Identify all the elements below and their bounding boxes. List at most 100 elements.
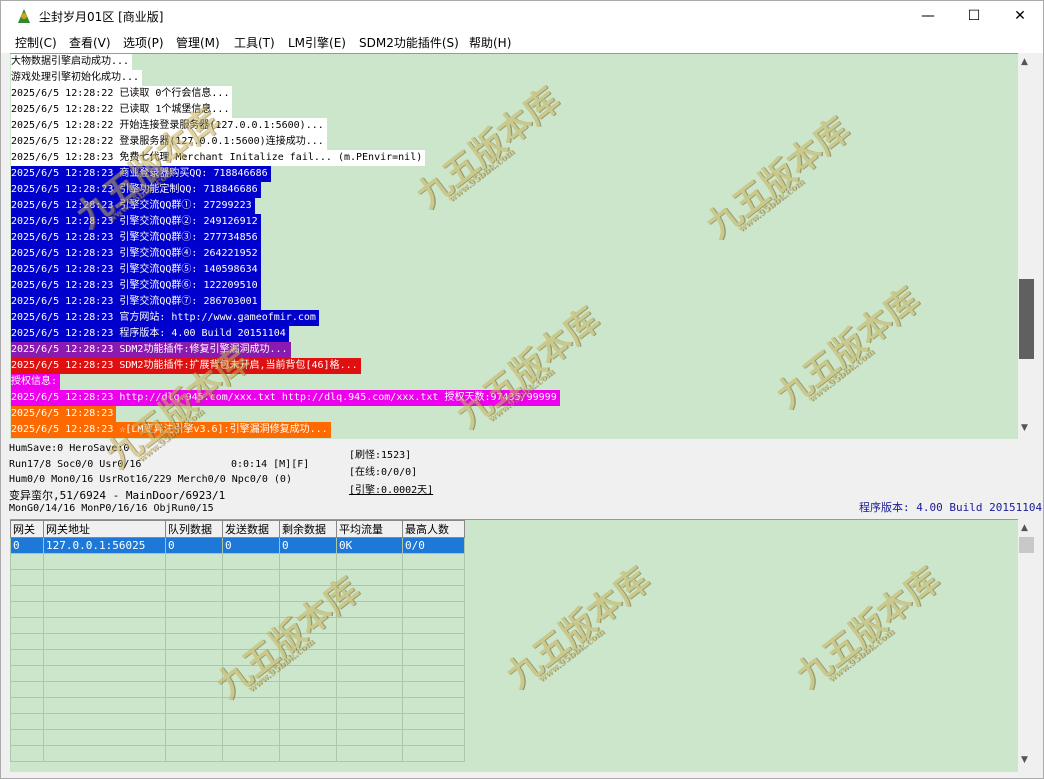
empty-cell [10,681,44,698]
log-line: 2025/6/5 12:28:23 http://dlq.945.com/xxx… [11,390,560,406]
map-status: 变异蛮尔,51/6924 - MainDoor/6923/1 [9,489,226,502]
empty-cell [222,713,280,730]
empty-cell [165,745,223,762]
menu-options[interactable]: 选项(P) [123,34,164,51]
log-scrollbar[interactable]: ▲ ▼ [1018,53,1035,438]
col-send-data[interactable]: 发送数据 [222,520,280,538]
log-line: 2025/6/5 12:28:23 商业登录器购买QQ: 718846686 [11,166,271,182]
empty-cell [43,745,166,762]
title-bar[interactable]: 尘封岁月01区 [商业版] — ☐ ✕ [1,1,1043,31]
empty-row [10,601,465,618]
table-cell: 0K [336,537,403,554]
col-remaining-data[interactable]: 剩余数据 [279,520,337,538]
empty-row [10,665,465,682]
log-line: 2025/6/5 12:28:22 已读取 0个行会信息... [11,86,233,102]
empty-cell [10,585,44,602]
engine-days[interactable]: [引擎:0.0002天] [349,481,433,496]
menu-lm-engine[interactable]: LM引擎(E) [288,34,346,51]
log-line: 2025/6/5 12:28:23 引擎交流QQ群⑥: 122209510 [11,278,261,294]
empty-cell [43,729,166,746]
empty-cell [279,729,337,746]
menu-help[interactable]: 帮助(H) [469,34,511,51]
empty-cell [402,553,465,570]
menu-sdm2-plugin[interactable]: SDM2功能插件(S) [359,34,459,51]
empty-cell [336,553,403,570]
empty-cell [222,585,280,602]
empty-cell [279,681,337,698]
empty-cell [402,697,465,714]
close-button[interactable]: ✕ [997,1,1043,31]
empty-row [10,729,465,746]
empty-cell [402,713,465,730]
empty-cell [336,617,403,634]
empty-row [10,745,465,762]
server-window: 尘封岁月01区 [商业版] — ☐ ✕ 控制(C) 查看(V) 选项(P) 管理… [0,0,1044,779]
scroll-up-arrow-icon[interactable]: ▲ [1021,57,1028,67]
grid-scrollbar[interactable]: ▲ ▼ [1018,519,1035,771]
empty-cell [165,649,223,666]
grid-scrollbar-thumb[interactable] [1019,537,1034,553]
col-avg-traffic[interactable]: 平均流量 [336,520,403,538]
empty-cell [165,697,223,714]
menu-control[interactable]: 控制(C) [15,34,57,51]
empty-cell [43,633,166,650]
menu-view[interactable]: 查看(V) [69,34,111,51]
uptime: 0:0:14 [M][F] [231,459,310,470]
empty-cell [165,713,223,730]
table-cell: 0 [222,537,280,554]
empty-cell [402,665,465,682]
empty-cell [165,569,223,586]
minimize-button[interactable]: — [905,1,951,31]
empty-cell [336,649,403,666]
empty-row [10,681,465,698]
log-line: 2025/6/5 12:28:23 引擎交流QQ群③: 277734856 [11,230,261,246]
empty-cell [165,601,223,618]
empty-cell [165,553,223,570]
menu-tools[interactable]: 工具(T) [234,34,275,51]
empty-cell [279,697,337,714]
empty-cell [279,553,337,570]
log-panel[interactable]: 大物数据引擎启动成功... 游戏处理引擎初始化成功... 2025/6/5 12:2… [10,53,1018,439]
menu-manage[interactable]: 管理(M) [176,34,220,51]
empty-cell [43,569,166,586]
maximize-button[interactable]: ☐ [951,1,997,31]
empty-cell [10,601,44,618]
log-line: 2025/6/5 12:28:23 SDM2功能插件:扩展背包未开启,当前背包[… [11,358,361,374]
log-line: 2025/6/5 12:28:23 [11,406,117,422]
empty-row [10,585,465,602]
log-line: 大物数据引擎启动成功... [11,54,133,70]
grid-scroll-down-icon[interactable]: ▼ [1021,755,1028,765]
scrollbar-thumb[interactable] [1019,279,1034,359]
empty-cell [43,649,166,666]
table-cell: 127.0.0.1:56025 [43,537,166,554]
empty-cell [222,649,280,666]
empty-cell [279,665,337,682]
table-cell: 0 [165,537,223,554]
col-max-users[interactable]: 最高人数 [402,520,465,538]
empty-cell [402,649,465,666]
scroll-down-arrow-icon[interactable]: ▼ [1021,423,1028,433]
empty-cell [222,601,280,618]
empty-cell [10,745,44,762]
log-line: 2025/6/5 12:28:23 官方网站: http://www.gameo… [11,310,319,326]
empty-cell [222,617,280,634]
empty-cell [336,601,403,618]
empty-cell [222,553,280,570]
empty-cell [43,553,166,570]
empty-cell [279,633,337,650]
empty-cell [10,665,44,682]
grid-scroll-up-icon[interactable]: ▲ [1021,523,1028,533]
table-row[interactable]: 0 127.0.0.1:56025 0 0 0 0K 0/0 [10,537,465,554]
empty-cell [336,745,403,762]
col-gateway[interactable]: 网关 [10,520,44,538]
log-line: 2025/6/5 12:28:23 引擎功能定制QQ: 718846686 [11,182,261,198]
col-gateway-address[interactable]: 网关地址 [43,520,166,538]
empty-cell [279,601,337,618]
save-status: HumSave:0 HeroSave:0 [9,443,130,454]
empty-cell [336,585,403,602]
empty-cell [279,569,337,586]
empty-row [10,697,465,714]
log-line: 2025/6/5 12:28:23 SDM2功能插件:修复引擎漏洞成功... [11,342,291,358]
col-queue-data[interactable]: 队列数据 [165,520,223,538]
empty-cell [43,665,166,682]
